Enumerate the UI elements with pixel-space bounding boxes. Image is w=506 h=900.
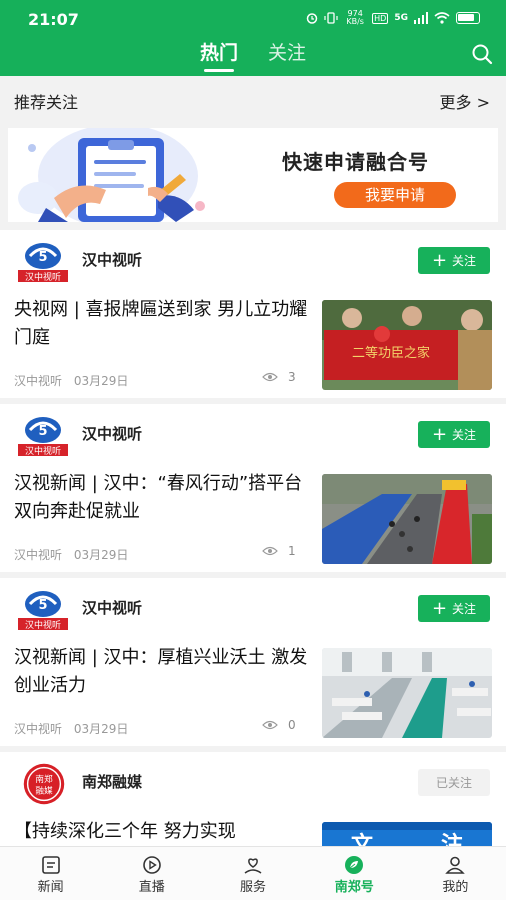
view-number: 1 bbox=[288, 544, 296, 558]
nav-live[interactable]: 直播 bbox=[101, 847, 202, 900]
article-source: 汉中视听 bbox=[14, 548, 63, 562]
followed-button[interactable]: 已关注 bbox=[418, 769, 490, 796]
status-bar: 21:07 974 KB/s HD 5G bbox=[0, 0, 506, 38]
author-avatar[interactable]: 5 汉中视听 bbox=[16, 414, 70, 458]
eye-icon bbox=[262, 372, 278, 382]
signal-icon bbox=[414, 12, 428, 24]
article-card[interactable]: 5 汉中视听 汉中视听 + 关注 汉视新闻 | 汉中：厚植兴业沃土 激发创业活力… bbox=[0, 578, 506, 746]
author-avatar[interactable]: 南郑 融媒 bbox=[18, 758, 70, 810]
leaf-icon bbox=[345, 856, 364, 874]
view-number: 0 bbox=[288, 718, 296, 732]
vibrate-icon bbox=[324, 12, 338, 24]
article-headline[interactable]: 【持续深化三个年 努力实现 bbox=[14, 818, 308, 846]
nav-nanzheng[interactable]: 南郑号 bbox=[304, 847, 405, 900]
author-name[interactable]: 汉中视听 bbox=[82, 423, 142, 444]
svg-text:融媒: 融媒 bbox=[35, 786, 53, 797]
tab-hot[interactable]: 热门 bbox=[200, 38, 238, 74]
article-headline[interactable]: 汉视新闻 | 汉中：厚植兴业沃土 激发创业活力 bbox=[14, 644, 308, 700]
hd-badge: HD bbox=[372, 12, 389, 24]
article-thumbnail[interactable] bbox=[322, 648, 492, 738]
service-icon bbox=[244, 858, 262, 874]
view-count: 0 bbox=[262, 718, 302, 732]
user-icon bbox=[445, 856, 466, 874]
bottom-nav: 新闻 直播 服务 南郑号 我的 bbox=[0, 846, 506, 900]
clipboard-illustration bbox=[18, 128, 205, 222]
author-name[interactable]: 南郑融媒 bbox=[82, 771, 142, 792]
alarm-icon bbox=[306, 13, 318, 24]
author-avatar[interactable]: 5 汉中视听 bbox=[16, 240, 70, 284]
recommend-row: 推荐关注 更多 > bbox=[0, 76, 506, 122]
live-icon bbox=[142, 856, 161, 874]
svg-text:南郑: 南郑 bbox=[35, 773, 53, 785]
article-date: 03月29日 bbox=[73, 548, 129, 562]
article-source: 汉中视听 bbox=[14, 722, 63, 736]
follow-label: 关注 bbox=[452, 254, 477, 268]
follow-button[interactable]: + 关注 bbox=[418, 421, 490, 448]
apply-button[interactable]: 我要申请 bbox=[334, 182, 456, 208]
eye-icon bbox=[262, 546, 278, 556]
article-thumbnail[interactable] bbox=[322, 474, 492, 564]
plus-icon: + bbox=[431, 249, 448, 271]
plus-icon: + bbox=[431, 423, 448, 445]
eye-icon bbox=[262, 720, 278, 730]
net-speed: 974 KB/s bbox=[346, 9, 364, 26]
article-thumbnail[interactable]: 文 注 bbox=[322, 822, 492, 846]
article-source: 汉中视听 bbox=[14, 374, 63, 388]
follow-label: 关注 bbox=[452, 428, 477, 442]
author-name[interactable]: 汉中视听 bbox=[82, 597, 142, 618]
banner-title: 快速申请融合号 bbox=[282, 150, 429, 174]
article-thumbnail[interactable]: 二等功臣之家 bbox=[322, 300, 492, 390]
recommend-title: 推荐关注 bbox=[14, 93, 79, 112]
article-meta: 汉中视听 03月29日 bbox=[14, 372, 128, 389]
article-card[interactable]: 5 汉中视听 汉中视听 + 关注 汉视新闻 | 汉中：“春风行动”搭平台 双向奔… bbox=[0, 404, 506, 572]
tab-follow[interactable]: 关注 bbox=[268, 38, 306, 74]
article-meta: 汉中视听 03月29日 bbox=[14, 546, 128, 563]
article-date: 03月29日 bbox=[73, 374, 129, 388]
author-avatar[interactable]: 5 汉中视听 bbox=[16, 588, 70, 632]
wifi-icon bbox=[434, 12, 450, 24]
article-card[interactable]: 南郑 融媒 南郑融媒 已关注 【持续深化三个年 努力实现 文 注 bbox=[0, 752, 506, 846]
header-tabs: 热门 关注 bbox=[0, 38, 506, 76]
svg-text:二等功臣之家: 二等功臣之家 bbox=[352, 345, 430, 361]
article-meta: 汉中视听 03月29日 bbox=[14, 720, 128, 737]
author-name[interactable]: 汉中视听 bbox=[82, 249, 142, 270]
status-time: 21:07 bbox=[28, 10, 79, 29]
view-count: 1 bbox=[262, 544, 302, 558]
view-count: 3 bbox=[262, 370, 302, 384]
status-icons: 974 KB/s HD 5G bbox=[306, 10, 480, 26]
svg-text:5: 5 bbox=[38, 250, 47, 265]
follow-label: 已关注 bbox=[435, 776, 472, 790]
network-type: 5G bbox=[394, 13, 408, 23]
svg-text:汉中视听: 汉中视听 bbox=[25, 271, 61, 283]
top-header: 21:07 974 KB/s HD 5G 热门 关注 bbox=[0, 0, 506, 76]
article-card[interactable]: 5 汉中视听 汉中视听 + 关注 央视网 | 喜报牌匾送到家 男儿立功耀门庭 汉… bbox=[0, 230, 506, 398]
follow-label: 关注 bbox=[452, 602, 477, 616]
svg-text:汉中视听: 汉中视听 bbox=[25, 619, 61, 631]
svg-text:汉中视听: 汉中视听 bbox=[25, 445, 61, 457]
svg-text:5: 5 bbox=[38, 424, 47, 439]
article-headline[interactable]: 央视网 | 喜报牌匾送到家 男儿立功耀门庭 bbox=[14, 296, 308, 352]
news-icon bbox=[41, 856, 60, 874]
svg-text:注: 注 bbox=[441, 832, 463, 846]
nav-service[interactable]: 服务 bbox=[202, 847, 303, 900]
article-headline[interactable]: 汉视新闻 | 汉中：“春风行动”搭平台 双向奔赴促就业 bbox=[14, 470, 308, 526]
view-number: 3 bbox=[288, 370, 296, 384]
plus-icon: + bbox=[431, 597, 448, 619]
battery-icon bbox=[456, 12, 480, 24]
svg-text:5: 5 bbox=[38, 598, 47, 613]
follow-button[interactable]: + 关注 bbox=[418, 595, 490, 622]
nav-news[interactable]: 新闻 bbox=[0, 847, 101, 900]
apply-banner[interactable]: 快速申请融合号 我要申请 bbox=[8, 128, 498, 222]
follow-button[interactable]: + 关注 bbox=[418, 247, 490, 274]
svg-text:文: 文 bbox=[351, 832, 374, 846]
nav-mine[interactable]: 我的 bbox=[405, 847, 506, 900]
more-link[interactable]: 更多 > bbox=[440, 89, 491, 113]
search-icon[interactable] bbox=[470, 42, 494, 66]
article-date: 03月29日 bbox=[73, 722, 129, 736]
